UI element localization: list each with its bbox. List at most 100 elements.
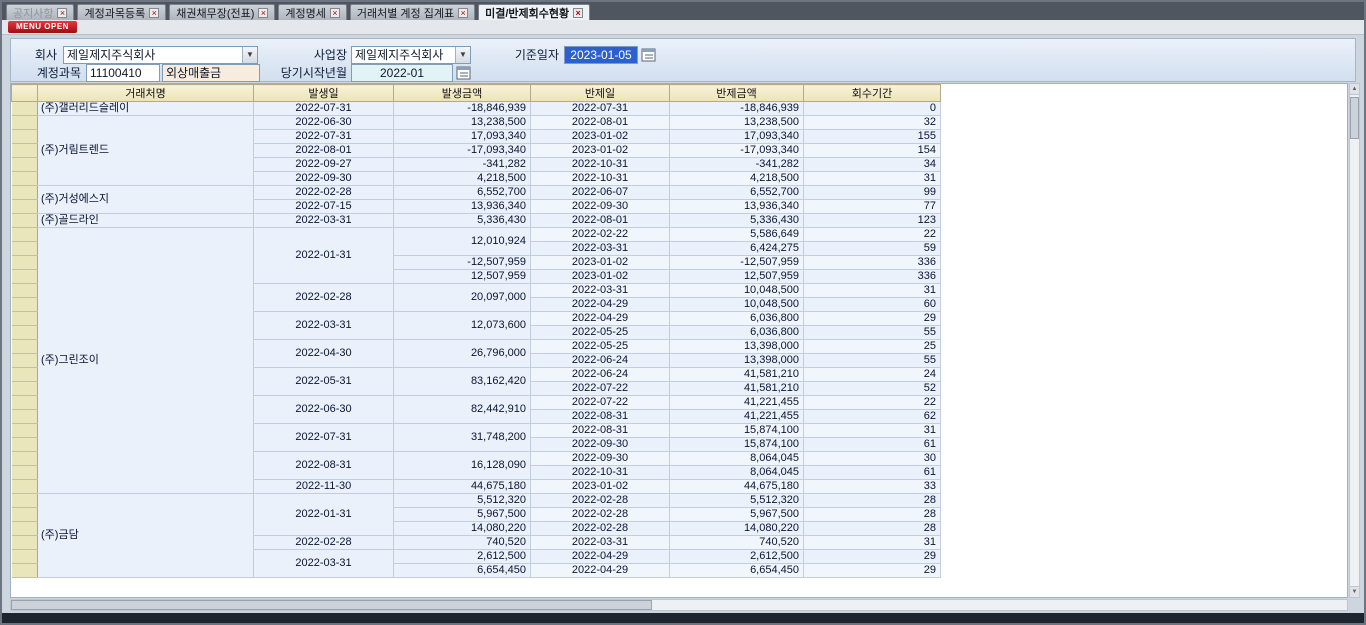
cell-settle-date[interactable]: 2022-02-22: [531, 228, 670, 242]
cell-occur-amount[interactable]: 12,507,959: [394, 270, 531, 284]
cell-settle-amount[interactable]: 8,064,045: [670, 466, 804, 480]
cell-settle-amount[interactable]: 13,398,000: [670, 354, 804, 368]
chevron-down-icon[interactable]: ▼: [242, 47, 257, 63]
cell-occur-amount[interactable]: 740,520: [394, 536, 531, 550]
cell-collection-days[interactable]: 24: [804, 368, 941, 382]
cell-settle-date[interactable]: 2022-06-24: [531, 354, 670, 368]
cell-customer-name[interactable]: (주)거림트렌드: [38, 116, 254, 186]
cell-settle-date[interactable]: 2022-04-29: [531, 312, 670, 326]
close-icon[interactable]: ×: [458, 8, 468, 18]
cell-collection-days[interactable]: 28: [804, 494, 941, 508]
cell-occur-amount[interactable]: 4,218,500: [394, 172, 531, 186]
site-select[interactable]: 제일제지주식회사 ▼: [351, 46, 471, 64]
account-name-field[interactable]: 외상매출금: [162, 64, 260, 82]
cell-occur-date[interactable]: 2022-07-31: [254, 424, 394, 452]
cell-settle-amount[interactable]: 41,581,210: [670, 368, 804, 382]
horizontal-scrollbar[interactable]: [10, 599, 1348, 611]
cell-settle-date[interactable]: 2022-08-31: [531, 410, 670, 424]
row-selector[interactable]: [12, 466, 38, 480]
row-selector[interactable]: [12, 256, 38, 270]
cell-customer-name[interactable]: (주)골드라인: [38, 214, 254, 228]
close-icon[interactable]: ×: [573, 8, 583, 18]
cell-collection-days[interactable]: 29: [804, 550, 941, 564]
cell-collection-days[interactable]: 55: [804, 326, 941, 340]
cell-collection-days[interactable]: 22: [804, 396, 941, 410]
cell-settle-amount[interactable]: 6,552,700: [670, 186, 804, 200]
cell-settle-amount[interactable]: 41,221,455: [670, 396, 804, 410]
row-selector[interactable]: [12, 340, 38, 354]
vertical-scroll-thumb[interactable]: [1350, 97, 1359, 139]
cell-settle-amount[interactable]: 15,874,100: [670, 424, 804, 438]
cell-collection-days[interactable]: 62: [804, 410, 941, 424]
row-selector[interactable]: [12, 550, 38, 564]
cell-settle-amount[interactable]: 17,093,340: [670, 130, 804, 144]
cell-occur-date[interactable]: 2022-01-31: [254, 228, 394, 284]
cell-occur-amount[interactable]: 6,552,700: [394, 186, 531, 200]
cell-collection-days[interactable]: 60: [804, 298, 941, 312]
row-selector[interactable]: [12, 494, 38, 508]
cell-settle-date[interactable]: 2023-01-02: [531, 270, 670, 284]
row-selector[interactable]: [12, 312, 38, 326]
cell-settle-date[interactable]: 2022-10-31: [531, 158, 670, 172]
cell-collection-days[interactable]: 61: [804, 466, 941, 480]
row-selector[interactable]: [12, 452, 38, 466]
cell-settle-date[interactable]: 2022-05-25: [531, 340, 670, 354]
cell-collection-days[interactable]: 28: [804, 522, 941, 536]
cell-occur-amount[interactable]: -12,507,959: [394, 256, 531, 270]
cell-settle-date[interactable]: 2023-01-02: [531, 130, 670, 144]
row-selector[interactable]: [12, 242, 38, 256]
cell-settle-date[interactable]: 2022-06-07: [531, 186, 670, 200]
cell-settle-date[interactable]: 2022-05-25: [531, 326, 670, 340]
tab-notice[interactable]: 공지사항×: [6, 4, 74, 20]
cell-collection-days[interactable]: 25: [804, 340, 941, 354]
cell-settle-date[interactable]: 2022-09-30: [531, 438, 670, 452]
cell-occur-date[interactable]: 2022-07-31: [254, 130, 394, 144]
cell-collection-days[interactable]: 30: [804, 452, 941, 466]
cell-settle-amount[interactable]: 6,424,275: [670, 242, 804, 256]
cell-occur-amount[interactable]: 44,675,180: [394, 480, 531, 494]
cell-occur-amount[interactable]: 14,080,220: [394, 522, 531, 536]
row-selector[interactable]: [12, 536, 38, 550]
cell-settle-date[interactable]: 2022-10-31: [531, 172, 670, 186]
cell-customer-name[interactable]: (주)갤러리드슬레이: [38, 102, 254, 116]
cell-collection-days[interactable]: 28: [804, 508, 941, 522]
cell-occur-date[interactable]: 2022-07-15: [254, 200, 394, 214]
cell-settle-amount[interactable]: -12,507,959: [670, 256, 804, 270]
close-icon[interactable]: ×: [57, 8, 67, 18]
row-selector[interactable]: [12, 270, 38, 284]
cell-settle-date[interactable]: 2022-08-01: [531, 116, 670, 130]
cell-occur-date[interactable]: 2022-03-31: [254, 550, 394, 578]
cell-collection-days[interactable]: 52: [804, 382, 941, 396]
cell-collection-days[interactable]: 55: [804, 354, 941, 368]
cell-occur-amount[interactable]: 31,748,200: [394, 424, 531, 452]
cell-occur-date[interactable]: 2022-02-28: [254, 536, 394, 550]
cell-occur-date[interactable]: 2022-07-31: [254, 102, 394, 116]
cell-occur-amount[interactable]: -17,093,340: [394, 144, 531, 158]
calendar-icon[interactable]: [641, 47, 656, 62]
cell-settle-amount[interactable]: 13,936,340: [670, 200, 804, 214]
cell-occur-date[interactable]: 2022-03-31: [254, 214, 394, 228]
row-selector[interactable]: [12, 368, 38, 382]
cell-occur-amount[interactable]: 13,936,340: [394, 200, 531, 214]
period-start-input[interactable]: 2022-01: [351, 64, 453, 82]
row-selector[interactable]: [12, 522, 38, 536]
cell-occur-date[interactable]: 2022-01-31: [254, 494, 394, 536]
cell-collection-days[interactable]: 31: [804, 424, 941, 438]
cell-settle-amount[interactable]: 6,036,800: [670, 312, 804, 326]
cell-collection-days[interactable]: 31: [804, 172, 941, 186]
cell-occur-amount[interactable]: -341,282: [394, 158, 531, 172]
cell-settle-date[interactable]: 2023-01-02: [531, 256, 670, 270]
company-select[interactable]: 제일제지주식회사 ▼: [63, 46, 258, 64]
row-selector[interactable]: [12, 396, 38, 410]
row-selector[interactable]: [12, 326, 38, 340]
cell-collection-days[interactable]: 154: [804, 144, 941, 158]
cell-collection-days[interactable]: 99: [804, 186, 941, 200]
cell-settle-date[interactable]: 2022-03-31: [531, 284, 670, 298]
cell-collection-days[interactable]: 59: [804, 242, 941, 256]
cell-settle-amount[interactable]: 41,221,455: [670, 410, 804, 424]
cell-customer-name[interactable]: (주)금담: [38, 494, 254, 578]
cell-settle-date[interactable]: 2022-04-29: [531, 564, 670, 578]
row-selector[interactable]: [12, 102, 38, 116]
cell-occur-amount[interactable]: 17,093,340: [394, 130, 531, 144]
scroll-up-icon[interactable]: ▲: [1350, 84, 1359, 95]
